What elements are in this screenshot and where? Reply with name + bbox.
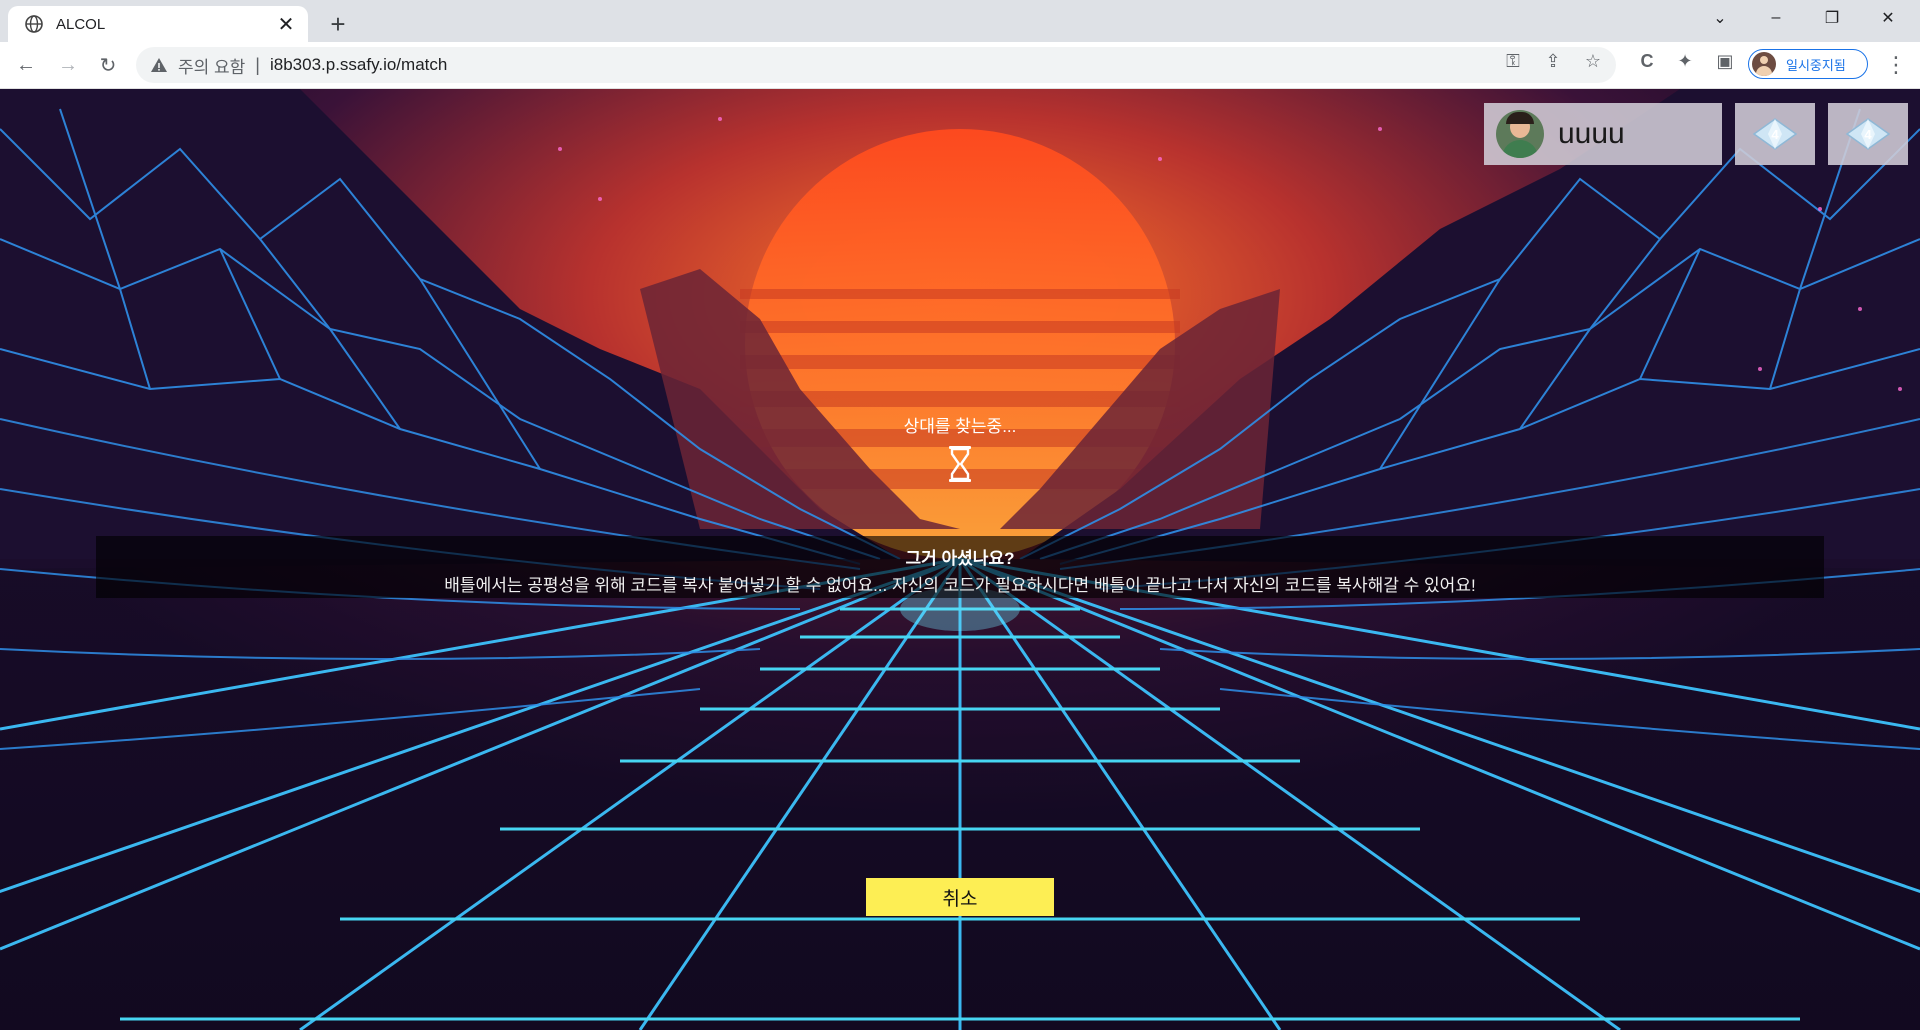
address-separator: | bbox=[255, 54, 260, 75]
extension-c-icon[interactable]: C bbox=[1636, 50, 1658, 72]
close-tab-icon[interactable]: ✕ bbox=[272, 10, 300, 38]
address-bar[interactable]: 주의 요함 | i8b303.p.ssafy.io/match bbox=[136, 47, 1616, 83]
restore-icon[interactable]: ❐ bbox=[1804, 0, 1860, 36]
profile-label: 일시중지됨 bbox=[1786, 57, 1846, 73]
back-icon[interactable]: ← bbox=[10, 49, 42, 81]
security-warning[interactable]: 주의 요함 bbox=[178, 53, 245, 78]
browser-tab[interactable]: ALCOL ✕ bbox=[8, 6, 308, 42]
tier-badge[interactable]: 4 bbox=[1735, 103, 1815, 165]
profile-button[interactable]: 일시중지됨 bbox=[1748, 49, 1868, 79]
puzzle-icon[interactable]: ✦ bbox=[1674, 50, 1696, 72]
kebab-menu-icon[interactable]: ⋮ bbox=[1884, 49, 1908, 81]
tip-title: 그거 아셨나요? bbox=[905, 549, 1015, 568]
key-icon[interactable]: ⚿ bbox=[1502, 50, 1524, 72]
tip-body: 배틀에서는 공평성을 위해 코드를 복사 붙여넣기 할 수 없어요... 자신의… bbox=[444, 576, 1476, 595]
close-window-icon[interactable]: ✕ bbox=[1860, 0, 1916, 36]
warning-icon bbox=[151, 58, 167, 72]
svg-text:4: 4 bbox=[1864, 127, 1872, 142]
tab-title: ALCOL bbox=[56, 15, 106, 33]
matching-status: 상대를 찾는중... bbox=[903, 417, 1017, 436]
diamond-tier-icon: 4 bbox=[1845, 118, 1891, 150]
profile-avatar bbox=[1752, 52, 1776, 76]
share-icon[interactable]: ⇪ bbox=[1542, 50, 1564, 72]
user-profile-card[interactable]: uuuu bbox=[1484, 103, 1722, 165]
tab-strip: ALCOL ✕ + ⌄ – ❐ ✕ bbox=[0, 0, 1920, 42]
diamond-tier-icon: 4 bbox=[1752, 118, 1798, 150]
side-panel-icon[interactable]: ▣ bbox=[1714, 50, 1736, 72]
username: uuuu bbox=[1558, 117, 1625, 150]
hourglass-icon bbox=[949, 446, 971, 482]
user-avatar bbox=[1496, 110, 1544, 158]
tier-badge[interactable]: 4 bbox=[1828, 103, 1908, 165]
minimize-icon[interactable]: – bbox=[1748, 0, 1804, 36]
reload-icon[interactable]: ↻ bbox=[92, 49, 124, 81]
forward-icon[interactable]: → bbox=[52, 49, 84, 81]
globe-icon bbox=[25, 15, 43, 33]
tip-banner: 그거 아셨나요? 배틀에서는 공평성을 위해 코드를 복사 붙여넣기 할 수 없… bbox=[96, 536, 1824, 598]
bookmark-star-icon[interactable]: ☆ bbox=[1582, 50, 1604, 72]
svg-text:4: 4 bbox=[1771, 127, 1779, 142]
match-page: uuuu 4 4 상대를 찾는중... 그거 아셨나요? 배틀에서는 공평성을 … bbox=[0, 89, 1920, 1030]
cancel-button[interactable]: 취소 bbox=[866, 878, 1054, 916]
new-tab-icon[interactable]: + bbox=[322, 8, 354, 40]
browser-toolbar: ← → ↻ 주의 요함 | i8b303.p.ssafy.io/match ⚿ … bbox=[0, 42, 1920, 89]
tab-search-icon[interactable]: ⌄ bbox=[1692, 0, 1748, 36]
url-text[interactable]: i8b303.p.ssafy.io/match bbox=[270, 55, 447, 75]
